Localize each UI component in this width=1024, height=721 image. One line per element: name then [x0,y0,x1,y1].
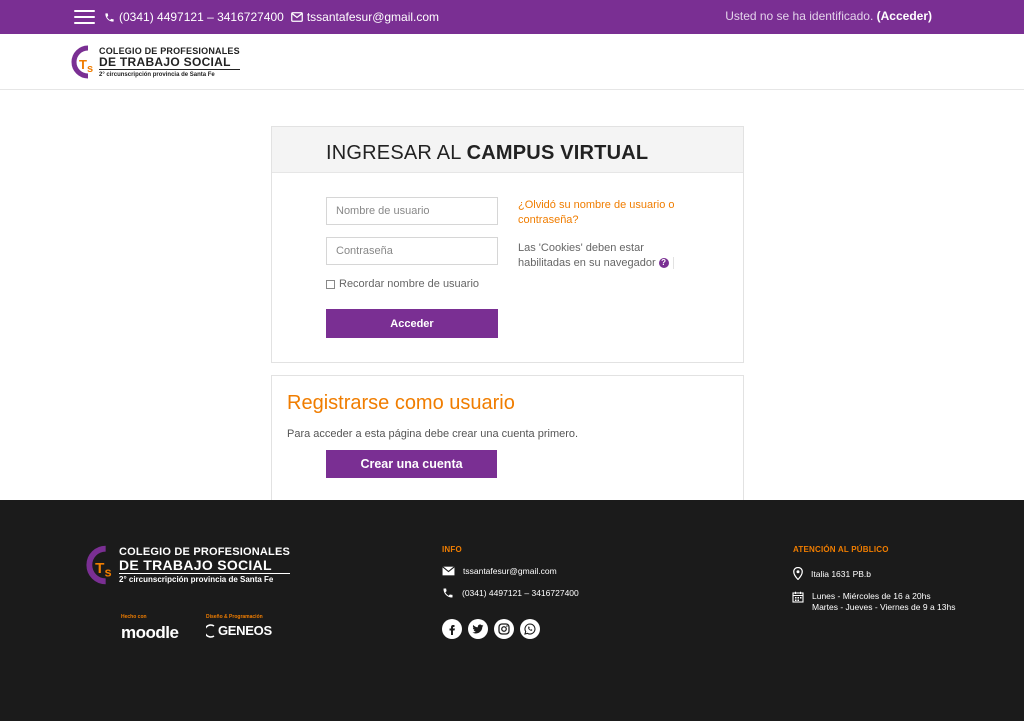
password-input[interactable] [326,237,498,265]
footer-logo-line-1: COLEGIO DE PROFESIONALES [119,545,291,558]
made-with-label: Hecho con [121,614,147,620]
design-label: Diseño & Programación [206,614,263,620]
footer-logo[interactable]: T s COLEGIO DE PROFESIONALES DE TRABAJO … [84,544,291,586]
footer-email-row: tssantafesur@gmail.com [442,566,557,576]
footer-phone-row: (0341) 4497121 – 3416727400 [442,587,579,599]
svg-text:s: s [87,63,93,75]
geneos-brand-text: GENEOS [218,623,272,638]
username-input[interactable] [326,197,498,225]
login-title-bold: CAMPUS VIRTUAL [466,142,649,164]
register-description: Para acceder a esta página debe crear un… [287,428,579,440]
footer: T s COLEGIO DE PROFESIONALES DE TRABAJO … [0,500,1024,721]
geneos-mark-icon [206,623,215,638]
phone-icon [443,588,453,598]
svg-text:s: s [105,565,112,580]
hours-line-2: Martes - Jueves - Viernes de 9 a 13hs [812,602,956,612]
cookies-text: Las 'Cookies' deben estar habilitadas en… [518,242,656,269]
hours-row: Lunes - Miércoles de 16 a 20hs Martes - … [792,591,955,613]
moodle-logo: moodle [121,623,179,642]
top-email: tssantafesur@gmail.com [306,10,440,24]
top-bar: (0341) 4497121 – 3416727400 tssantafesur… [0,0,1024,34]
moodle-credit[interactable]: Hecho con moodle [121,614,179,643]
top-contact: (0341) 4497121 – 3416727400 tssantafesur… [104,10,439,24]
facebook-icon[interactable] [442,619,462,639]
hamburger-icon[interactable] [74,10,95,25]
svg-text:T: T [79,57,87,72]
remember-checkbox[interactable] [326,279,335,289]
site-logo[interactable]: T s COLEGIO DE PROFESIONALES DE TRABAJO … [70,44,240,80]
footer-logo-line-2: DE TRABAJO SOCIAL [119,558,291,574]
divider [672,257,674,270]
whatsapp-icon[interactable] [520,619,540,639]
footer-logo-text: COLEGIO DE PROFESIONALES DE TRABAJO SOCI… [119,545,291,584]
remember-label: Recordar nombre de usuario [339,278,480,290]
footer-phone[interactable]: (0341) 4497121 – 3416727400 [462,588,579,598]
question-circle-icon[interactable]: ? [658,258,669,269]
remember-username[interactable]: Recordar nombre de usuario [326,278,479,290]
map-pin-icon [793,567,803,580]
login-title: INGRESAR AL CAMPUS VIRTUAL [272,127,743,173]
register-card: Registrarse como usuario Para acceder a … [271,375,744,505]
not-identified-text: Usted no se ha identificado. [725,9,874,23]
login-status: Usted no se ha identificado. (Acceder) [725,9,932,23]
footer-logo-line-3: 2° circunscripción provincia de Santa Fe [119,574,274,584]
forgot-password-link[interactable]: ¿Olvidó su nombre de usuario o contraseñ… [518,198,698,228]
info-heading: INFO [442,545,462,554]
cookies-note: Las 'Cookies' deben estar habilitadas en… [518,241,698,271]
envelope-icon [442,566,455,576]
calendar-icon [792,591,804,603]
hours-line-1: Lunes - Miércoles de 16 a 20hs [812,591,931,601]
hours-text: Lunes - Miércoles de 16 a 20hs Martes - … [812,591,955,613]
phone-icon [105,12,114,22]
top-phone: (0341) 4497121 – 3416727400 [119,10,284,24]
social-links [442,619,540,639]
logo-line-3: 2° circunscripción provincia de Santa Fe [99,71,215,78]
geneos-logo: GENEOS [206,623,272,638]
logo-mark-icon: T s [84,544,118,586]
create-account-button[interactable]: Crear una cuenta [326,450,497,478]
instagram-icon[interactable] [494,619,514,639]
geneos-credit[interactable]: Diseño & Programación GENEOS [206,614,272,638]
login-card: INGRESAR AL CAMPUS VIRTUAL Recordar nomb… [271,126,744,363]
logo-line-2: DE TRABAJO SOCIAL [99,56,240,70]
logo-text: COLEGIO DE PROFESIONALES DE TRABAJO SOCI… [99,46,240,78]
twitter-icon[interactable] [468,619,488,639]
top-login-link[interactable]: (Acceder) [877,9,932,23]
login-title-light: INGRESAR AL [326,142,461,164]
address-row: Italia 1631 PB.b [793,567,871,580]
footer-email[interactable]: tssantafesur@gmail.com [463,566,557,576]
attention-heading: ATENCIÓN AL PÚBLICO [793,545,889,554]
envelope-icon [290,12,303,22]
register-title: Registrarse como usuario [287,392,515,414]
address-text: Italia 1631 PB.b [811,568,872,579]
logo-mark-icon: T s [70,44,98,80]
login-button[interactable]: Acceder [326,309,498,338]
header: T s COLEGIO DE PROFESIONALES DE TRABAJO … [0,34,1024,90]
